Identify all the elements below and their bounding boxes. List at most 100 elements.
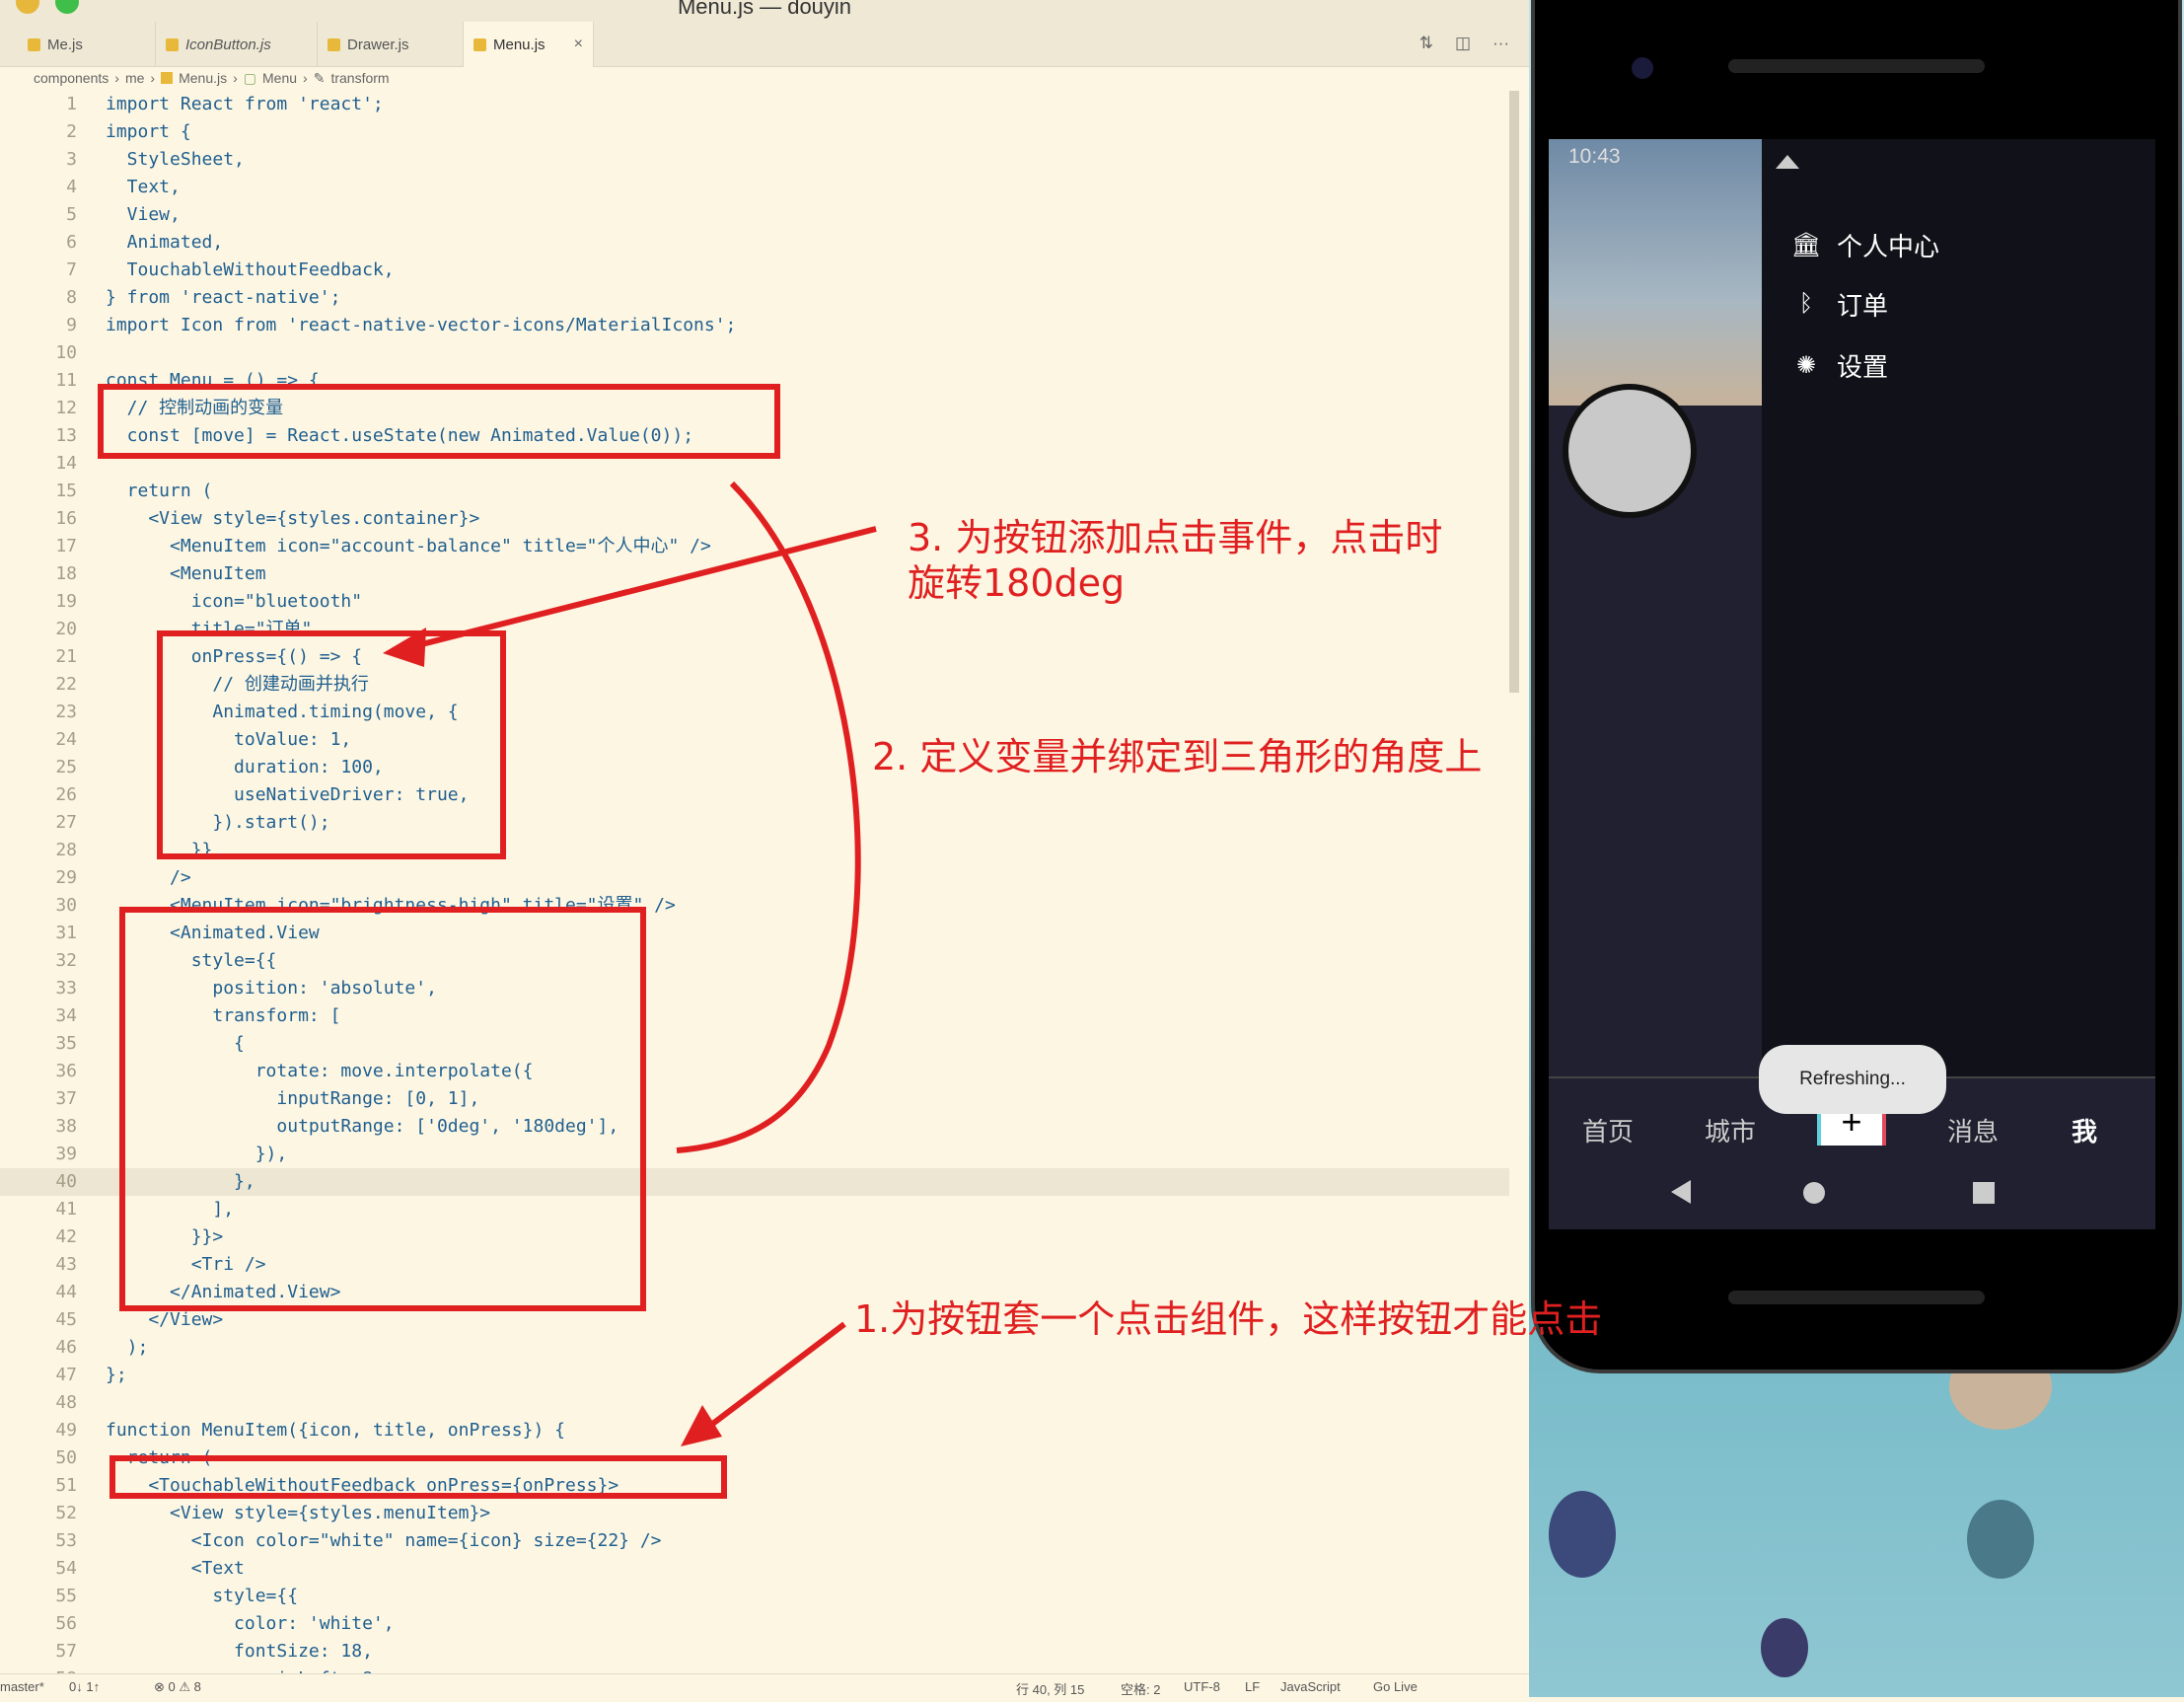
- tab-label: IconButton.js: [185, 36, 271, 53]
- code-line[interactable]: 9 import Icon from 'react-native-vector-i…: [0, 312, 1509, 339]
- code-line[interactable]: 8} from 'react-native';: [0, 284, 1509, 312]
- code-line[interactable]: 28 }}: [0, 837, 1509, 864]
- line-number: 47: [55, 1365, 77, 1385]
- cursor-position[interactable]: 行 40, 列 15: [1016, 1679, 1084, 1698]
- line-number: 48: [55, 1392, 77, 1413]
- tab-iconbutton-js[interactable]: IconButton.js: [156, 22, 318, 67]
- code-line[interactable]: 4 Text,: [0, 174, 1509, 201]
- code-line[interactable]: 47};: [0, 1362, 1509, 1389]
- line-number: 17: [55, 536, 77, 556]
- tab-drawer-js[interactable]: Drawer.js: [318, 22, 464, 67]
- line-number: 41: [55, 1199, 77, 1220]
- nav-home[interactable]: 首页: [1582, 1112, 1634, 1148]
- code-line[interactable]: 50 return (: [0, 1444, 1509, 1472]
- code-text: Text,: [106, 177, 181, 197]
- code-line[interactable]: 53 <Icon color="white" name={icon} size=…: [0, 1527, 1509, 1555]
- code-line[interactable]: 31 <Animated.View: [0, 920, 1509, 947]
- tab-me-js[interactable]: Me.js: [18, 22, 156, 67]
- code-line[interactable]: 33 position: 'absolute',: [0, 975, 1509, 1002]
- nav-me[interactable]: 我: [2072, 1112, 2097, 1148]
- scrollbar[interactable]: [1509, 91, 1519, 693]
- code-line[interactable]: 26 useNativeDriver: true,: [0, 781, 1509, 809]
- code-line[interactable]: 13 const [move] = React.useState(new Ani…: [0, 422, 1509, 450]
- code-line[interactable]: 48: [0, 1389, 1509, 1417]
- code-line[interactable]: 2 import {: [0, 118, 1509, 146]
- code-line[interactable]: 40 },: [0, 1168, 1509, 1196]
- line-ending[interactable]: LF: [1245, 1679, 1260, 1694]
- breadcrumb-item[interactable]: Menu: [262, 70, 297, 86]
- code-line[interactable]: 54 <Text: [0, 1555, 1509, 1583]
- code-line[interactable]: 30 <MenuItem icon="brightness-high" titl…: [0, 892, 1509, 920]
- line-number: 34: [55, 1005, 77, 1026]
- split-editor-icon[interactable]: ◫: [1455, 34, 1471, 53]
- menu-item-settings[interactable]: ✺ 设置: [1791, 348, 1888, 382]
- language-mode[interactable]: JavaScript: [1280, 1679, 1341, 1694]
- close-icon[interactable]: ×: [574, 36, 583, 53]
- code-line[interactable]: 41 ],: [0, 1196, 1509, 1223]
- code-line[interactable]: 57 fontSize: 18,: [0, 1638, 1509, 1665]
- code-line[interactable]: 6 Animated,: [0, 229, 1509, 257]
- code-line[interactable]: 1 import React from 'react';: [0, 91, 1509, 118]
- code-line[interactable]: 7 TouchableWithoutFeedback,: [0, 257, 1509, 284]
- system-nav-bar: [1549, 1160, 2155, 1220]
- code-line[interactable]: 5 View,: [0, 201, 1509, 229]
- code-line[interactable]: 37 inputRange: [0, 1],: [0, 1085, 1509, 1113]
- code-line[interactable]: 3 StyleSheet,: [0, 146, 1509, 174]
- code-line[interactable]: 56 color: 'white',: [0, 1610, 1509, 1638]
- code-text: import React from 'react';: [106, 94, 384, 114]
- code-line[interactable]: 39 }),: [0, 1141, 1509, 1168]
- nav-city[interactable]: 城市: [1705, 1112, 1756, 1148]
- home-icon[interactable]: [1803, 1182, 1825, 1204]
- breadcrumb-item[interactable]: Menu.js: [179, 70, 227, 86]
- code-line[interactable]: 36 rotate: move.interpolate({: [0, 1058, 1509, 1085]
- more-icon[interactable]: ···: [1492, 34, 1509, 53]
- go-live-button[interactable]: Go Live: [1373, 1679, 1418, 1694]
- code-text: <View style={styles.container}>: [106, 508, 480, 529]
- breadcrumb: components › me › Menu.js › ▢ Menu › ✎ trans…: [34, 69, 390, 87]
- compare-icon[interactable]: ⇅: [1420, 34, 1433, 53]
- breadcrumb-item[interactable]: transform: [330, 70, 389, 86]
- code-line[interactable]: 51 <TouchableWithoutFeedback onPress={on…: [0, 1472, 1509, 1500]
- code-line[interactable]: 20 title="订单": [0, 616, 1509, 643]
- code-line[interactable]: 34 transform: [: [0, 1002, 1509, 1030]
- code-line[interactable]: 42 }}>: [0, 1223, 1509, 1251]
- tab-menu-js[interactable]: Menu.js ×: [464, 22, 594, 67]
- line-number: 30: [55, 895, 77, 916]
- code-line[interactable]: 15 return (: [0, 478, 1509, 505]
- code-line[interactable]: 35 {: [0, 1030, 1509, 1058]
- avatar[interactable]: [1563, 384, 1697, 518]
- code-line[interactable]: 22 // 创建动画并执行: [0, 671, 1509, 699]
- encoding[interactable]: UTF-8: [1184, 1679, 1220, 1694]
- code-line[interactable]: 27 }).start();: [0, 809, 1509, 837]
- code-area[interactable]: 1 import React from 'react'; 2 import {3 St…: [0, 91, 1509, 1693]
- problems-indicator[interactable]: ⊗ 0 ⚠ 8: [154, 1679, 201, 1695]
- code-line[interactable]: 14: [0, 450, 1509, 478]
- recents-icon[interactable]: [1973, 1182, 1995, 1204]
- indentation[interactable]: 空格: 2: [1121, 1679, 1160, 1698]
- code-line[interactable]: 32 style={{: [0, 947, 1509, 975]
- branch-indicator[interactable]: master*: [0, 1679, 44, 1694]
- code-line[interactable]: 11 const Menu = () => {: [0, 367, 1509, 395]
- breadcrumb-item[interactable]: me: [125, 70, 144, 86]
- code-line[interactable]: 21 onPress={() => {: [0, 643, 1509, 671]
- code-line[interactable]: 38 outputRange: ['0deg', '180deg'],: [0, 1113, 1509, 1141]
- code-line[interactable]: 10: [0, 339, 1509, 367]
- code-line[interactable]: 29 />: [0, 864, 1509, 892]
- menu-item-profile[interactable]: 🏛 个人中心: [1791, 228, 1939, 261]
- code-line[interactable]: 52 <View style={styles.menuItem}>: [0, 1500, 1509, 1527]
- code-line[interactable]: 43 <Tri />: [0, 1251, 1509, 1279]
- file-icon: [161, 72, 174, 84]
- line-number: 21: [55, 646, 77, 667]
- code-line[interactable]: 55 style={{: [0, 1583, 1509, 1610]
- back-icon[interactable]: [1671, 1180, 1691, 1204]
- code-text: <Text: [106, 1558, 245, 1579]
- code-line[interactable]: 23 Animated.timing(move, {: [0, 699, 1509, 726]
- code-line[interactable]: 12 // 控制动画的变量: [0, 395, 1509, 422]
- sync-status[interactable]: 0↓ 1↑: [69, 1679, 100, 1694]
- nav-messages[interactable]: 消息: [1947, 1112, 1999, 1148]
- window-title: Menu.js — douyin: [677, 0, 852, 19]
- breadcrumb-item[interactable]: components: [34, 70, 109, 86]
- menu-item-orders[interactable]: ᛒ 订单: [1791, 287, 1888, 321]
- line-number: 12: [55, 398, 77, 418]
- code-line[interactable]: 49 function MenuItem({icon, title, onPres…: [0, 1417, 1509, 1444]
